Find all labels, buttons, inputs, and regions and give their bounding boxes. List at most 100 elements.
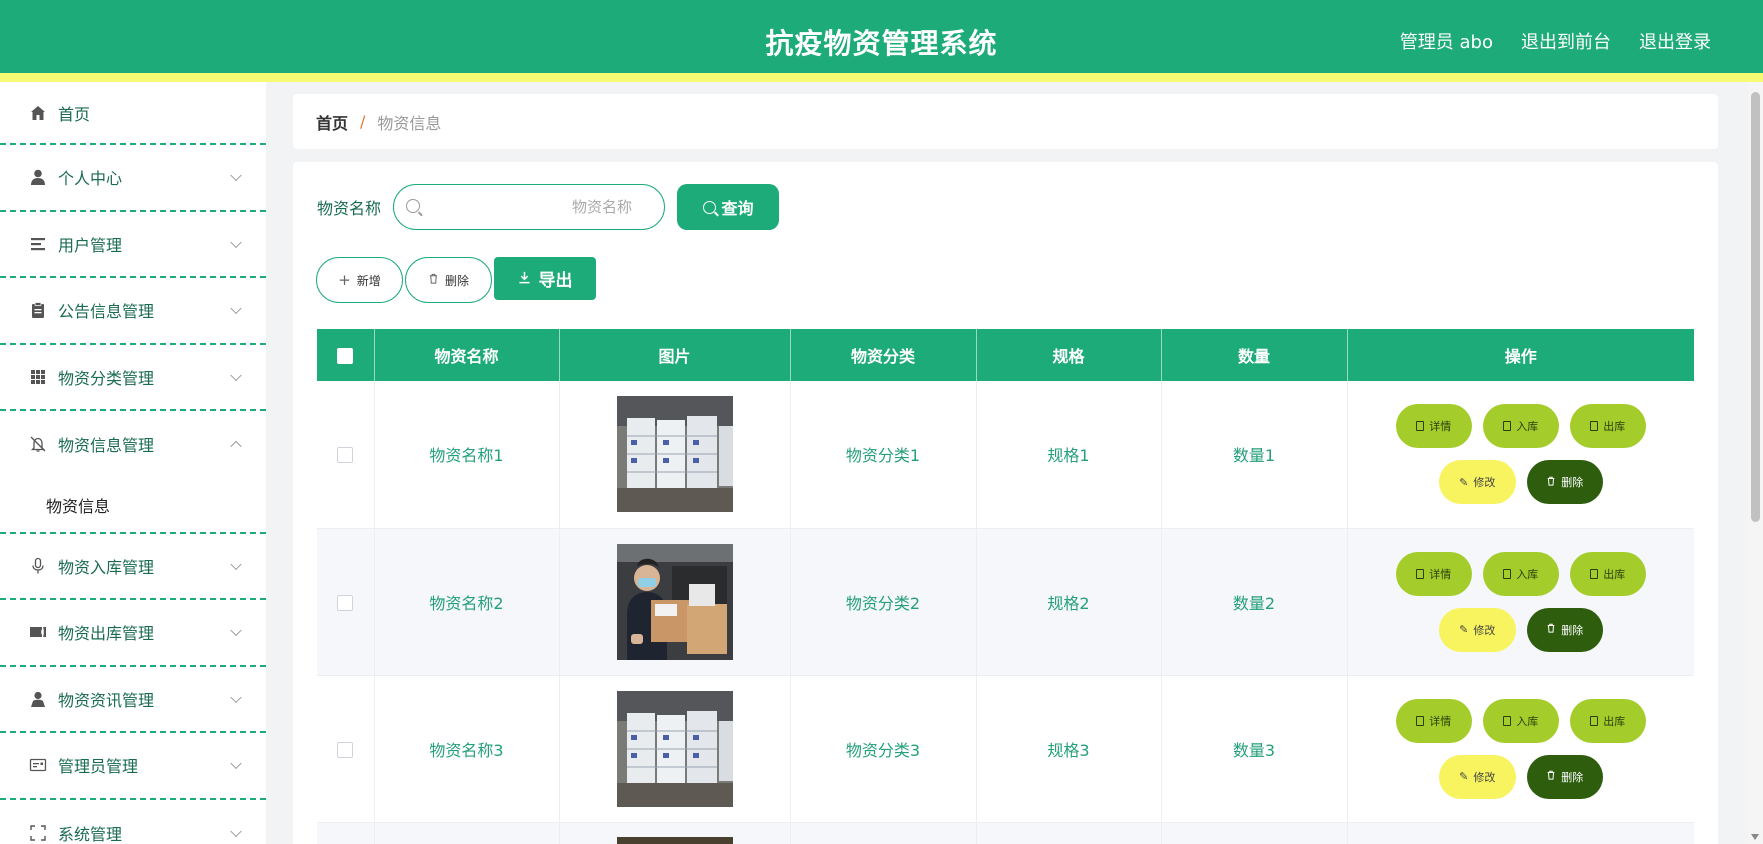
document-icon [1503, 715, 1512, 726]
add-button[interactable]: + 新增 [316, 257, 403, 303]
delete-button[interactable]: 删除 [1526, 607, 1603, 652]
material-image[interactable] [616, 690, 733, 807]
stock-in-label: 入库 [1516, 420, 1539, 434]
page-scrollbar[interactable] [1748, 82, 1763, 844]
chevron-down-icon [230, 169, 242, 182]
stock-in-button[interactable]: 入库 [1482, 404, 1559, 449]
stock-out-label: 出库 [1603, 714, 1626, 728]
document-icon [1416, 421, 1425, 432]
chevron-down-icon [230, 691, 242, 703]
export-button-label: 导出 [538, 271, 573, 291]
chevron-down-icon [230, 825, 242, 837]
user-icon [28, 167, 48, 187]
sidebar-item-admin-management[interactable]: 管理员管理 [0, 733, 266, 800]
sidebar-item-label: 系统管理 [58, 824, 123, 844]
ticket-icon [28, 622, 48, 642]
material-image[interactable] [616, 837, 733, 844]
exit-to-frontend-link[interactable]: 退出到前台 [1521, 28, 1611, 54]
add-button-label: 新增 [356, 273, 381, 288]
column-header: 规格 [976, 329, 1162, 381]
material-image[interactable] [616, 543, 733, 660]
stock-out-button[interactable]: 出库 [1569, 404, 1646, 449]
stock-in-button[interactable]: 入库 [1482, 698, 1559, 743]
delete-label: 删除 [1561, 476, 1584, 490]
table-row: 物资名称1 物资分类1 规格1 数量1 详情 入库 出库 ✎ 修改 删除 [317, 381, 1694, 529]
spec-cell: 规格2 [976, 528, 1162, 676]
material-image[interactable] [616, 396, 733, 513]
sidebar-item-news-management[interactable]: 物资资讯管理 [0, 667, 266, 733]
breadcrumb-home[interactable]: 首页 [316, 110, 348, 134]
search-icon [702, 200, 716, 214]
operations-cell: 详情 入库 出库 ✎ 修改 删除 [1347, 381, 1694, 529]
sidebar-item-user-management[interactable]: 用户管理 [0, 212, 266, 278]
admin-user-label[interactable]: 管理员 abo [1400, 28, 1493, 54]
sidebar-item-label: 物资信息管理 [58, 436, 155, 456]
sidebar-item-category-management[interactable]: 物资分类管理 [0, 345, 266, 411]
chevron-up-icon [230, 440, 242, 453]
stock-in-label: 入库 [1516, 567, 1539, 581]
bell-off-icon [28, 434, 48, 454]
action-toolbar: + 新增 删除 导出 [316, 257, 596, 303]
sidebar-subitem-material-info[interactable]: 物资信息 [0, 478, 266, 534]
chevron-down-icon [230, 369, 242, 381]
stock-out-button[interactable]: 出库 [1569, 698, 1646, 743]
image-cell [559, 381, 791, 529]
sidebar-item-personal-center[interactable]: 个人中心 [0, 145, 266, 212]
document-icon [1590, 568, 1599, 579]
sidebar: 首页 个人中心 用户管理 公告信息管理 物资分类管理 物资信息管理 物资信息 物… [0, 82, 266, 844]
sidebar-item-material-info-management[interactable]: 物资信息管理 [0, 411, 266, 478]
quantity-cell: 数量1 [1161, 381, 1348, 529]
edit-button[interactable]: ✎ 修改 [1438, 607, 1516, 652]
detail-button[interactable]: 详情 [1395, 404, 1472, 449]
edit-button[interactable]: ✎ 修改 [1438, 754, 1516, 799]
sidebar-item-home[interactable]: 首页 [0, 82, 266, 145]
category-cell: 物资分类2 [790, 528, 977, 676]
stock-out-label: 出库 [1603, 567, 1626, 581]
breadcrumb-separator: / [360, 112, 366, 131]
sidebar-item-stock-out-management[interactable]: 物资出库管理 [0, 600, 266, 667]
query-button-label: 查询 [721, 199, 754, 218]
column-header: 操作 [1347, 329, 1694, 381]
material-name-cell: 物资名称2 [374, 528, 560, 676]
sidebar-item-notice-management[interactable]: 公告信息管理 [0, 278, 266, 345]
category-cell: 物资分类3 [790, 675, 977, 823]
plus-icon: + [338, 271, 351, 289]
header-select-all[interactable] [317, 329, 375, 381]
delete-button[interactable]: 删除 [1526, 460, 1603, 505]
row-checkbox[interactable] [337, 741, 354, 758]
material-table: 物资名称 图片 物资分类 规格 数量 操作 物资名称1 物资分类1 规格1 数量… [317, 329, 1694, 844]
spec-cell: 规格1 [976, 381, 1162, 529]
trash-icon [428, 273, 439, 287]
search-input[interactable] [430, 185, 653, 228]
query-button[interactable]: 查询 [677, 184, 780, 230]
export-button[interactable]: 导出 [494, 257, 596, 300]
scroll-down-arrow-icon[interactable] [1751, 834, 1759, 840]
stock-out-button[interactable]: 出库 [1569, 551, 1646, 596]
sidebar-item-stock-in-management[interactable]: 物资入库管理 [0, 534, 266, 600]
edit-button[interactable]: ✎ 修改 [1438, 460, 1516, 505]
delete-button[interactable]: 删除 [1526, 754, 1603, 799]
row-checkbox[interactable] [337, 447, 354, 464]
logout-link[interactable]: 退出登录 [1639, 28, 1711, 54]
person-icon [28, 689, 48, 709]
scrollbar-thumb[interactable] [1751, 92, 1760, 522]
category-cell: 物资分类1 [790, 381, 977, 529]
batch-delete-button[interactable]: 删除 [405, 257, 492, 303]
delete-label: 删除 [1561, 770, 1584, 784]
row-checkbox[interactable] [337, 594, 354, 611]
search-label: 物资名称 [317, 199, 382, 218]
column-header: 数量 [1161, 329, 1348, 381]
stock-in-button[interactable]: 入库 [1482, 551, 1559, 596]
sidebar-item-label: 物资入库管理 [58, 557, 155, 577]
sidebar-item-system-management[interactable]: 系统管理 [0, 800, 266, 844]
clipboard-icon [28, 300, 48, 320]
chevron-down-icon [230, 757, 242, 770]
download-icon [518, 269, 531, 289]
detail-button[interactable]: 详情 [1395, 698, 1472, 743]
select-all-checkbox[interactable] [337, 348, 354, 364]
detail-button[interactable]: 详情 [1395, 551, 1472, 596]
edit-label: 修改 [1473, 623, 1496, 637]
search-icon [406, 199, 421, 213]
table-row-partial [317, 822, 1694, 844]
document-icon [1590, 715, 1599, 726]
